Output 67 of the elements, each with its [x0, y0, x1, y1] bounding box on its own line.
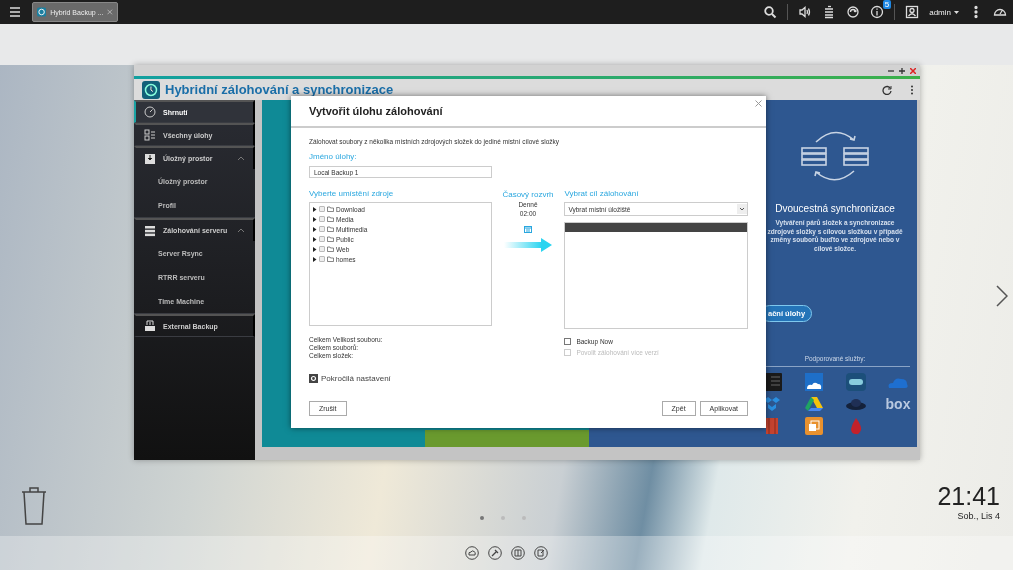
chevron-right-icon — [996, 285, 1008, 307]
section-label: Vybrat cíl zálohování — [564, 189, 640, 198]
checkbox[interactable] — [319, 256, 325, 262]
expand-icon[interactable] — [313, 256, 317, 262]
cloud-icon[interactable] — [465, 546, 479, 560]
clock-date: Sob., Lis 4 — [957, 511, 1000, 521]
book-icon[interactable] — [511, 546, 525, 560]
maximize-icon — [899, 67, 905, 74]
sync-icon[interactable] — [846, 5, 861, 19]
wrench-icon[interactable] — [488, 546, 502, 560]
caret-icon — [954, 10, 959, 14]
notification-badge: 5 — [882, 0, 892, 9]
square-logo-icon — [805, 417, 823, 435]
ufo-icon — [845, 397, 867, 411]
app-title: Hybridní zálohování a synchronizace — [165, 82, 394, 97]
refresh-icon — [882, 84, 892, 95]
checkbox[interactable] — [564, 338, 572, 345]
checkbox[interactable] — [319, 206, 325, 212]
striped-logo-icon — [764, 417, 780, 435]
drop-logo-icon — [849, 417, 863, 435]
expand-icon[interactable] — [313, 216, 317, 222]
field-label: Jméno úlohy: — [309, 152, 358, 161]
calendar-icon[interactable] — [524, 226, 532, 233]
dropbox-icon — [763, 396, 781, 412]
triangle-logo-icon — [804, 396, 824, 412]
more-icon — [910, 84, 914, 95]
checkbox[interactable] — [319, 246, 325, 252]
close-icon[interactable] — [755, 100, 762, 107]
rounded-logo-icon — [846, 373, 866, 391]
dropdown-arrow-icon — [737, 204, 747, 214]
expand-icon[interactable] — [313, 226, 317, 232]
panel-title: Dvoucestná synchronizace — [775, 203, 895, 214]
sync-servers-icon — [800, 130, 870, 182]
speaker-icon[interactable] — [798, 5, 813, 19]
close-icon — [910, 67, 916, 74]
info-icon[interactable] — [870, 5, 885, 19]
clock-time: 21:41 — [937, 482, 1000, 511]
gauge-icon — [144, 106, 156, 118]
service-logo-text: box — [885, 396, 911, 412]
user-icon[interactable] — [905, 5, 920, 19]
external-drive-icon — [144, 320, 156, 332]
expand-icon[interactable] — [313, 206, 317, 212]
search-icon[interactable] — [763, 5, 778, 19]
app-logo-icon — [37, 7, 47, 17]
expand-icon[interactable] — [313, 236, 317, 242]
close-icon — [107, 9, 113, 15]
arrow-icon — [504, 238, 552, 252]
user-menu[interactable]: admin — [929, 7, 959, 17]
server-stack-icon — [144, 224, 156, 237]
note-icon[interactable] — [534, 546, 548, 560]
checkbox[interactable] — [319, 236, 325, 242]
expand-icon[interactable] — [313, 246, 317, 252]
page-dot[interactable] — [480, 516, 484, 520]
app-logo-icon — [142, 80, 160, 99]
dialog-title: Vytvořit úlohu zálohování — [309, 105, 443, 117]
trash-icon — [21, 486, 47, 526]
cloud-logo-icon — [805, 373, 823, 391]
menu-icon[interactable] — [8, 5, 22, 19]
list-icon — [144, 129, 156, 141]
minimize-icon — [888, 67, 894, 74]
section-label: Vyberte umístění zdroje — [309, 189, 395, 198]
gear-icon — [309, 374, 318, 383]
checkbox[interactable] — [319, 226, 325, 232]
advanced-settings-link[interactable]: Pokročilá nastavení — [321, 374, 391, 383]
schedule-label: Časový rozvrh — [502, 190, 554, 199]
checkbox[interactable] — [319, 216, 325, 222]
download-icon — [144, 152, 156, 165]
